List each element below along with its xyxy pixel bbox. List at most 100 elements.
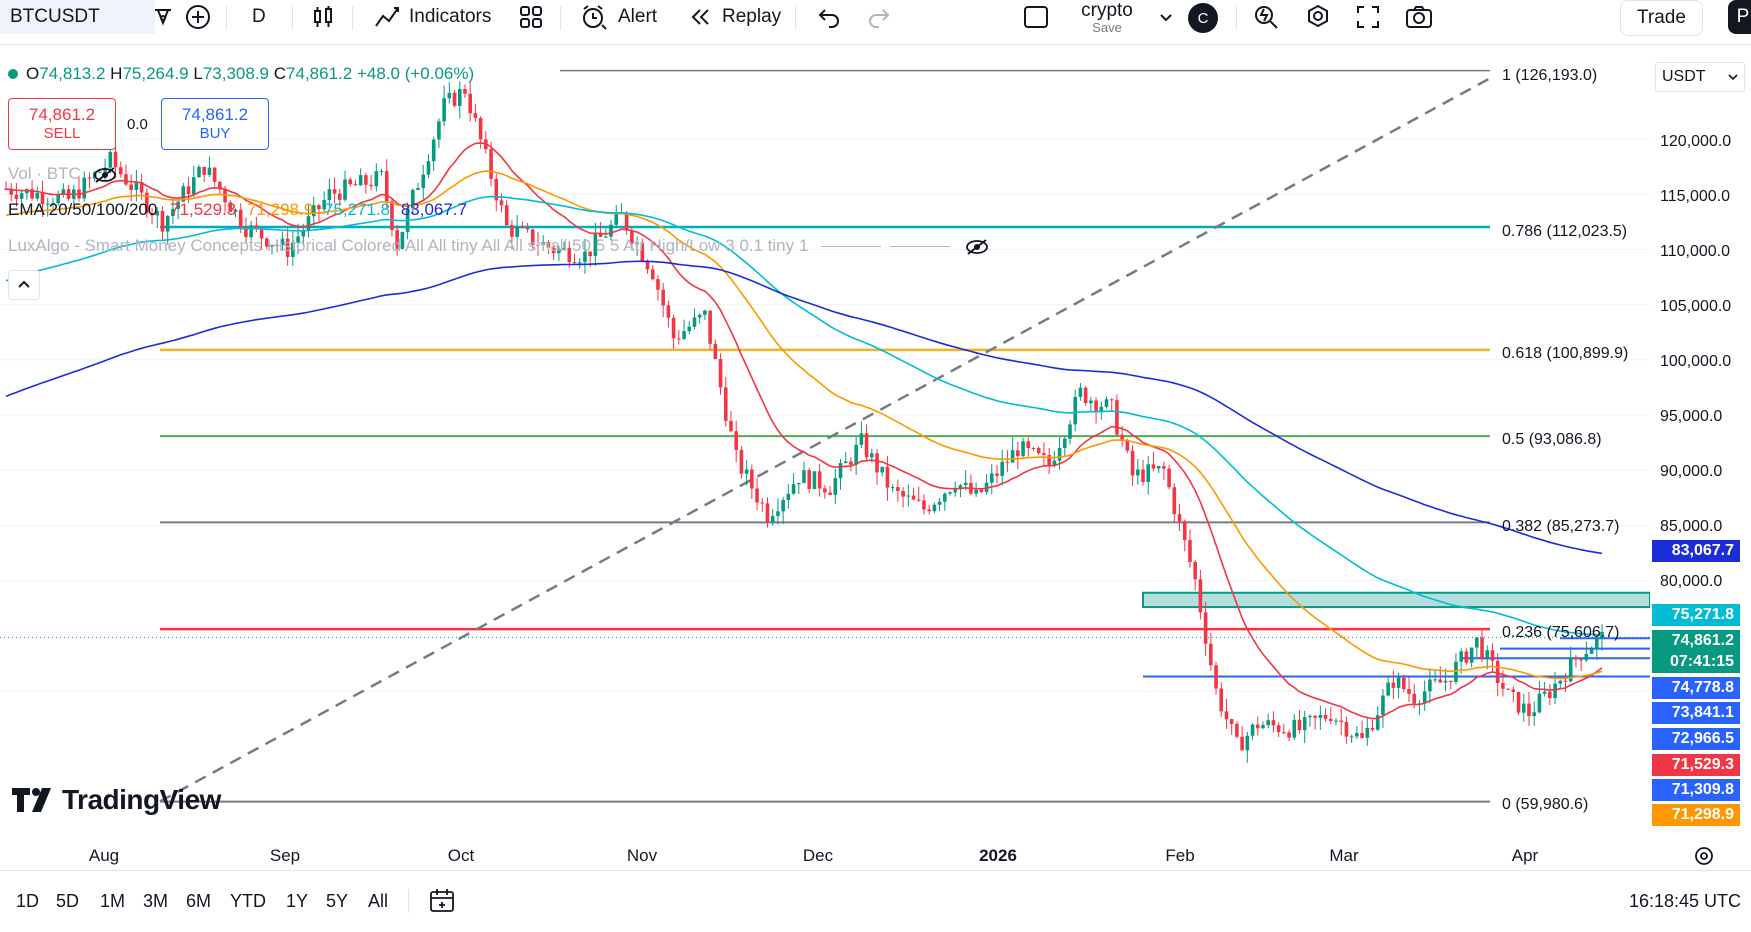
candle-body	[35, 192, 40, 199]
candle-body	[379, 171, 384, 173]
alert-button[interactable]: Alert	[580, 0, 657, 34]
luxalgo-legend[interactable]: LuxAlgo - Smart Money Concepts Historica…	[8, 236, 989, 257]
candle-body	[1198, 579, 1203, 613]
layout-icon[interactable]	[1022, 0, 1050, 34]
ema-legend[interactable]: EMA 20/50/100/200 71,529.3 71,298.9 75,2…	[8, 200, 467, 220]
interval-button[interactable]: D	[252, 0, 266, 34]
templates-icon[interactable]	[518, 0, 544, 34]
candles-icon[interactable]	[310, 0, 336, 34]
volume-legend[interactable]: Vol · BTC	[8, 164, 117, 185]
candle-body	[677, 338, 681, 340]
candle-body	[1130, 450, 1135, 476]
candle-body	[1167, 468, 1171, 488]
candle-body	[1005, 461, 1010, 463]
price-tick: 80,000.0	[1660, 573, 1723, 590]
candle-body	[1026, 441, 1031, 448]
candle-body	[1558, 680, 1563, 684]
candle-body	[1141, 469, 1145, 482]
range-ytd[interactable]: YTD	[230, 891, 266, 912]
indicators-icon	[375, 7, 399, 27]
symbol-search[interactable]: BTCUSDT	[0, 0, 155, 34]
range-5d[interactable]: 5D	[56, 891, 79, 912]
clock[interactable]: 16:18:45 UTC	[1629, 891, 1741, 912]
range-6m[interactable]: 6M	[186, 891, 211, 912]
level-price-label: 74,778.8	[1652, 677, 1740, 699]
candle-body	[1318, 715, 1323, 718]
candle-body	[682, 331, 686, 339]
chevron-down-icon[interactable]	[1158, 0, 1174, 34]
candle-body	[890, 487, 895, 489]
undo-icon[interactable]	[816, 0, 842, 34]
chevron-down-icon	[1728, 74, 1738, 81]
candle-body	[1255, 724, 1260, 729]
trade-button[interactable]: Trade	[1620, 0, 1703, 36]
candle-body	[1292, 719, 1297, 738]
tradingview-logo[interactable]: TradingView	[12, 784, 221, 816]
candle-body	[468, 93, 472, 114]
candle-body	[473, 113, 478, 119]
tradingview-logo-icon	[12, 788, 51, 812]
collapse-legend-button[interactable]	[8, 270, 40, 300]
add-symbol-icon[interactable]	[184, 0, 212, 34]
ema20-value: 71,529.3	[170, 200, 237, 219]
candle-body	[1224, 711, 1229, 720]
candle-body	[1083, 387, 1088, 404]
candle-body	[870, 453, 874, 458]
avatar[interactable]: C	[1188, 3, 1218, 33]
range-3m[interactable]: 3M	[143, 891, 168, 912]
calendar-icon[interactable]	[428, 887, 458, 915]
candle-body	[442, 98, 446, 122]
candle-body	[739, 449, 744, 474]
eye-off-icon[interactable]	[965, 237, 989, 257]
trade-label: Trade	[1637, 7, 1686, 28]
candle-body	[1365, 728, 1370, 738]
candle-body	[129, 184, 133, 190]
candle-body	[1156, 466, 1161, 469]
candle-body	[781, 500, 785, 512]
layout-name-button[interactable]: crypto Save	[1068, 0, 1146, 36]
candle-body	[457, 89, 462, 106]
divider	[226, 6, 227, 30]
candle-body	[1203, 612, 1208, 644]
candle-body	[1094, 400, 1098, 412]
range-all[interactable]: All	[368, 891, 388, 912]
sell-button[interactable]: 74,861.2 SELL	[8, 98, 116, 150]
candle-body	[755, 488, 759, 503]
currency-select[interactable]: USDT	[1655, 62, 1745, 92]
redo-icon[interactable]	[866, 0, 892, 34]
time-label: Mar	[1329, 846, 1359, 865]
compare-icon[interactable]	[150, 0, 176, 34]
candle-body	[1078, 387, 1083, 397]
settings-icon[interactable]	[1692, 844, 1716, 868]
chart-pane[interactable]	[0, 58, 1650, 838]
range-1m[interactable]: 1M	[100, 891, 125, 912]
candle-body	[520, 227, 525, 229]
candle-body	[191, 177, 196, 195]
avatar-letter: C	[1197, 9, 1209, 27]
candle-body	[1010, 450, 1015, 463]
currency-label: USDT	[1662, 68, 1706, 85]
indicators-button[interactable]: Indicators	[373, 0, 491, 34]
candle-body	[1188, 539, 1192, 563]
publish-button[interactable]: P	[1728, 0, 1751, 34]
save-label: Save	[1092, 20, 1122, 35]
candle-body	[1589, 649, 1594, 654]
candle-body	[989, 473, 994, 483]
candle-body	[1428, 679, 1432, 692]
range-5y[interactable]: 5Y	[326, 891, 348, 912]
ema200-price-label: 83,067.7	[1652, 540, 1740, 562]
camera-icon[interactable]	[1404, 0, 1434, 34]
range-1d[interactable]: 1D	[16, 891, 39, 912]
layout-name: crypto	[1081, 0, 1133, 21]
replay-button[interactable]: Replay	[688, 0, 781, 34]
settings-icon[interactable]	[1304, 0, 1332, 34]
time-label: Aug	[88, 846, 120, 865]
candle-body	[979, 489, 984, 492]
quick-search-icon[interactable]	[1252, 0, 1280, 34]
time-axis[interactable]: Aug Sep Oct Nov Dec 2026 Feb Mar Apr	[0, 838, 1713, 870]
fullscreen-icon[interactable]	[1354, 0, 1382, 34]
buy-button[interactable]: 74,861.2 BUY	[161, 98, 269, 150]
eye-off-icon[interactable]	[93, 165, 117, 185]
candle-body	[489, 149, 493, 179]
range-1y[interactable]: 1Y	[286, 891, 308, 912]
